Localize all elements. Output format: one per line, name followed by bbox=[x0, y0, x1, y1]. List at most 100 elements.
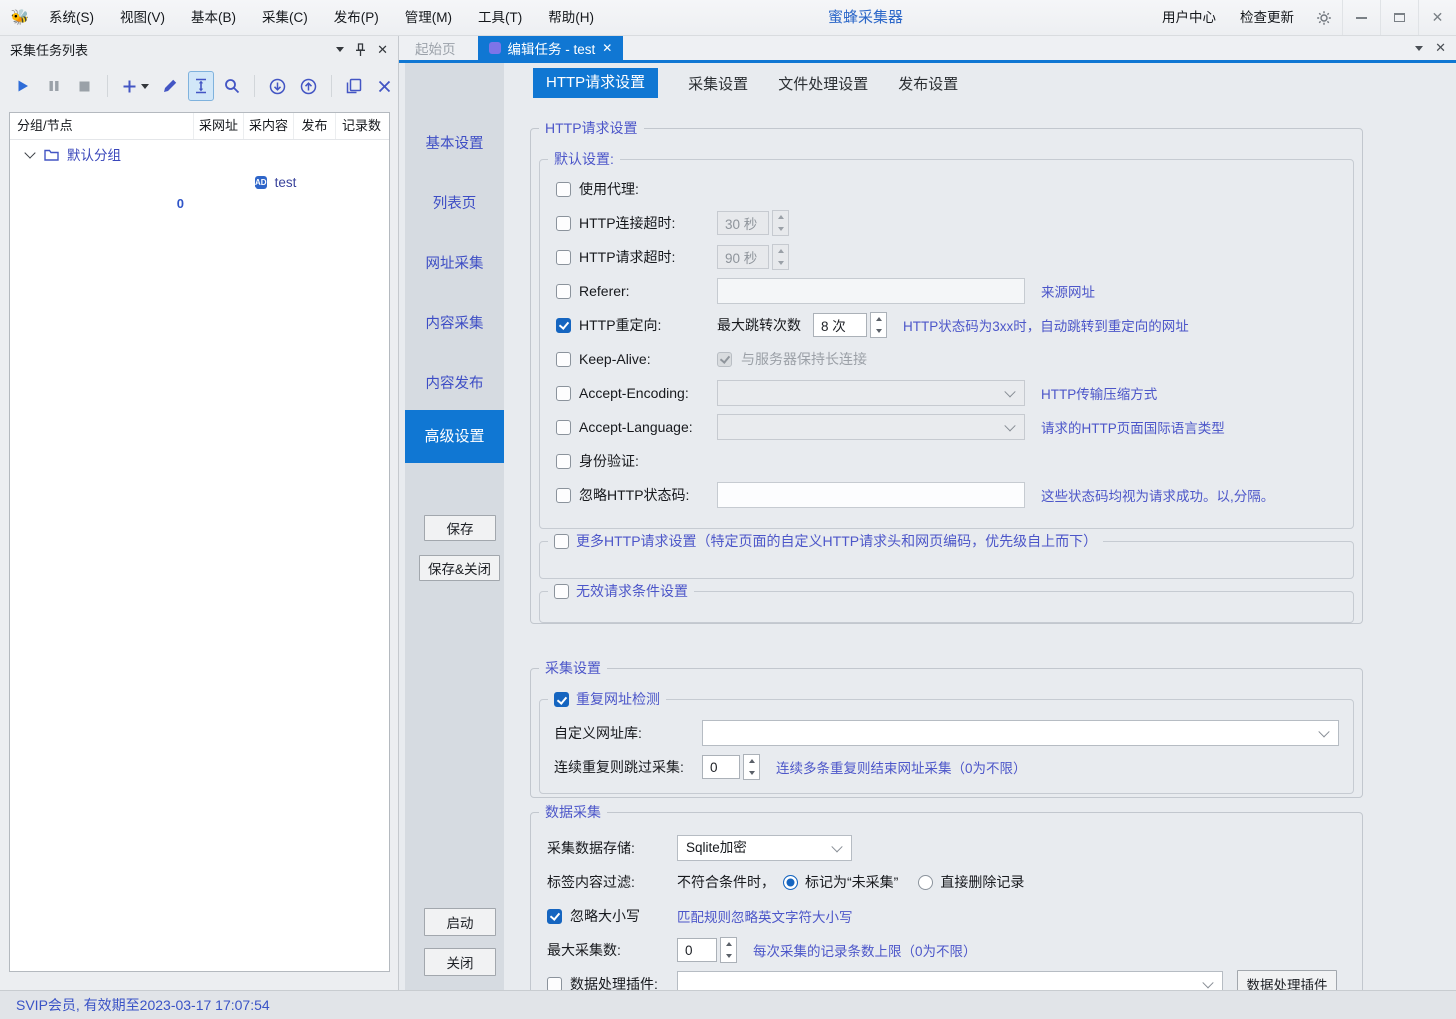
dup-url-checkbox[interactable] bbox=[554, 692, 569, 707]
tab-publish-settings[interactable]: 发布设置 bbox=[898, 73, 958, 94]
pin-icon[interactable] bbox=[355, 43, 366, 57]
referer-input[interactable] bbox=[717, 278, 1025, 304]
menu-help[interactable]: 帮助(H) bbox=[535, 0, 607, 35]
skip-dup-label: 连续重复则跳过采集: bbox=[554, 757, 702, 777]
delete-record-radio[interactable] bbox=[918, 875, 933, 890]
nav-advanced-settings[interactable]: 高级设置 bbox=[405, 410, 504, 463]
task-list-panel: 采集任务列表 ✕ bbox=[0, 36, 399, 990]
keepalive-checkbox[interactable] bbox=[556, 352, 571, 367]
default-settings-legend: 默认设置: bbox=[548, 150, 620, 169]
tab-http-settings[interactable]: HTTP请求设置 bbox=[533, 68, 658, 98]
col-collect-content: 采内容 bbox=[243, 113, 293, 139]
max-collect-stepper[interactable]: 0 bbox=[677, 937, 737, 963]
tab-list-caret-icon[interactable] bbox=[1415, 46, 1423, 51]
keepalive-option-checkbox[interactable] bbox=[717, 352, 732, 367]
menu-basic[interactable]: 基本(B) bbox=[178, 0, 249, 35]
auth-checkbox[interactable] bbox=[556, 454, 571, 469]
copy-button[interactable] bbox=[340, 71, 367, 101]
tree-row-group[interactable]: 默认分组 bbox=[10, 140, 389, 168]
editor-content: HTTP请求设置 采集设置 文件处理设置 发布设置 HTTP请求设置 默认设置:… bbox=[504, 63, 1456, 990]
panel-close-icon[interactable]: ✕ bbox=[377, 42, 388, 58]
add-task-button[interactable] bbox=[117, 71, 153, 101]
nav-content-collect[interactable]: 内容采集 bbox=[405, 308, 504, 340]
data-plugin-label: 数据处理插件: bbox=[570, 974, 677, 990]
accept-language-select[interactable] bbox=[717, 414, 1025, 440]
skip-dup-stepper[interactable]: 0 bbox=[702, 754, 760, 780]
start-button[interactable]: 启动 bbox=[424, 908, 496, 936]
nav-url-collect[interactable]: 网址采集 bbox=[405, 248, 504, 280]
minimize-button[interactable] bbox=[1342, 0, 1380, 35]
more-http-checkbox[interactable] bbox=[554, 534, 569, 549]
data-plugin-button[interactable]: 数据处理插件 bbox=[1237, 970, 1337, 990]
user-center-link[interactable]: 用户中心 bbox=[1150, 0, 1228, 35]
conn-timeout-checkbox[interactable] bbox=[556, 216, 571, 231]
close-window-button[interactable]: ✕ bbox=[1418, 0, 1456, 35]
expand-chevron-icon[interactable] bbox=[24, 147, 35, 158]
ignore-status-input[interactable] bbox=[717, 482, 1025, 508]
conn-timeout-label: HTTP连接超时: bbox=[579, 213, 717, 233]
titlebar: 🐝 系统(S) 视图(V) 基本(B) 采集(C) 发布(P) 管理(M) 工具… bbox=[0, 0, 1456, 36]
accept-encoding-select[interactable] bbox=[717, 380, 1025, 406]
nav-list-page[interactable]: 列表页 bbox=[405, 188, 504, 220]
storage-select[interactable]: Sqlite加密 bbox=[677, 835, 852, 861]
use-proxy-checkbox[interactable] bbox=[556, 182, 571, 197]
menu-view[interactable]: 视图(V) bbox=[107, 0, 178, 35]
conn-timeout-stepper[interactable]: 30 秒 bbox=[717, 210, 789, 236]
row-req-timeout: HTTP请求超时: 90 秒 bbox=[556, 240, 1353, 274]
tree-row-task-selected[interactable]: AD test 0 bbox=[10, 168, 389, 196]
keepalive-label: Keep-Alive: bbox=[579, 351, 717, 367]
row-max-collect: 最大采集数: 0 每次采集的记录条数上限（0为不限） bbox=[547, 933, 1362, 967]
menubar: 系统(S) 视图(V) 基本(B) 采集(C) 发布(P) 管理(M) 工具(T… bbox=[36, 0, 607, 35]
settings-gear-icon[interactable] bbox=[1306, 0, 1342, 35]
menu-publish[interactable]: 发布(P) bbox=[321, 0, 392, 35]
tab-edit-task[interactable]: 编辑任务 - test ✕ bbox=[478, 36, 624, 60]
redirect-checkbox[interactable] bbox=[556, 318, 571, 333]
maximize-button[interactable] bbox=[1380, 0, 1418, 35]
accept-language-hint: 请求的HTTP页面国际语言类型 bbox=[1041, 417, 1225, 437]
menu-tools[interactable]: 工具(T) bbox=[465, 0, 535, 35]
save-button[interactable]: 保存 bbox=[424, 515, 496, 541]
edit-pencil-button[interactable] bbox=[157, 71, 184, 101]
panel-menu-caret-icon[interactable] bbox=[336, 47, 344, 52]
tab-file-settings[interactable]: 文件处理设置 bbox=[778, 73, 868, 94]
pause-button[interactable] bbox=[41, 71, 68, 101]
tabstrip-close-icon[interactable]: ✕ bbox=[1435, 40, 1446, 56]
req-timeout-checkbox[interactable] bbox=[556, 250, 571, 265]
export-button[interactable] bbox=[295, 71, 322, 101]
save-close-button[interactable]: 保存&关闭 bbox=[419, 555, 500, 581]
req-timeout-stepper[interactable]: 90 秒 bbox=[717, 244, 789, 270]
nav-content-publish[interactable]: 内容发布 bbox=[405, 368, 504, 400]
max-collect-label: 最大采集数: bbox=[547, 940, 677, 960]
search-button[interactable] bbox=[218, 71, 245, 101]
max-jumps-stepper[interactable]: 8 次 bbox=[813, 312, 887, 338]
tree-header-row: 分组/节点 采网址 采内容 发布 记录数 bbox=[10, 113, 389, 140]
ignore-case-label: 忽略大小写 bbox=[570, 906, 677, 926]
stop-button[interactable] bbox=[72, 71, 99, 101]
nav-basic-settings[interactable]: 基本设置 bbox=[405, 128, 504, 160]
expand-rows-button[interactable] bbox=[188, 71, 215, 101]
custom-url-lib-select[interactable] bbox=[702, 720, 1339, 746]
mark-uncollected-label: 标记为“未采集” bbox=[805, 872, 898, 892]
check-update-link[interactable]: 检查更新 bbox=[1228, 0, 1306, 35]
tab-start-page[interactable]: 起始页 bbox=[399, 36, 472, 60]
run-button[interactable] bbox=[10, 71, 37, 101]
invalid-request-checkbox[interactable] bbox=[554, 584, 569, 599]
close-button[interactable]: 关闭 bbox=[424, 948, 496, 976]
menu-collect[interactable]: 采集(C) bbox=[249, 0, 321, 35]
ignore-case-checkbox[interactable] bbox=[547, 909, 562, 924]
ignore-status-checkbox[interactable] bbox=[556, 488, 571, 503]
menu-system[interactable]: 系统(S) bbox=[36, 0, 107, 35]
delete-button[interactable] bbox=[371, 71, 398, 101]
accept-language-checkbox[interactable] bbox=[556, 420, 571, 435]
data-plugin-select[interactable] bbox=[677, 971, 1223, 990]
import-button[interactable] bbox=[264, 71, 291, 101]
mark-uncollected-radio[interactable] bbox=[783, 875, 798, 890]
referer-checkbox[interactable] bbox=[556, 284, 571, 299]
tab-collect-settings[interactable]: 采集设置 bbox=[688, 73, 748, 94]
menu-manage[interactable]: 管理(M) bbox=[392, 0, 465, 35]
tab-close-icon[interactable]: ✕ bbox=[602, 41, 612, 55]
data-plugin-checkbox[interactable] bbox=[547, 977, 562, 991]
chevron-down-icon bbox=[1004, 386, 1015, 397]
accept-encoding-checkbox[interactable] bbox=[556, 386, 571, 401]
col-group-node: 分组/节点 bbox=[10, 113, 193, 139]
